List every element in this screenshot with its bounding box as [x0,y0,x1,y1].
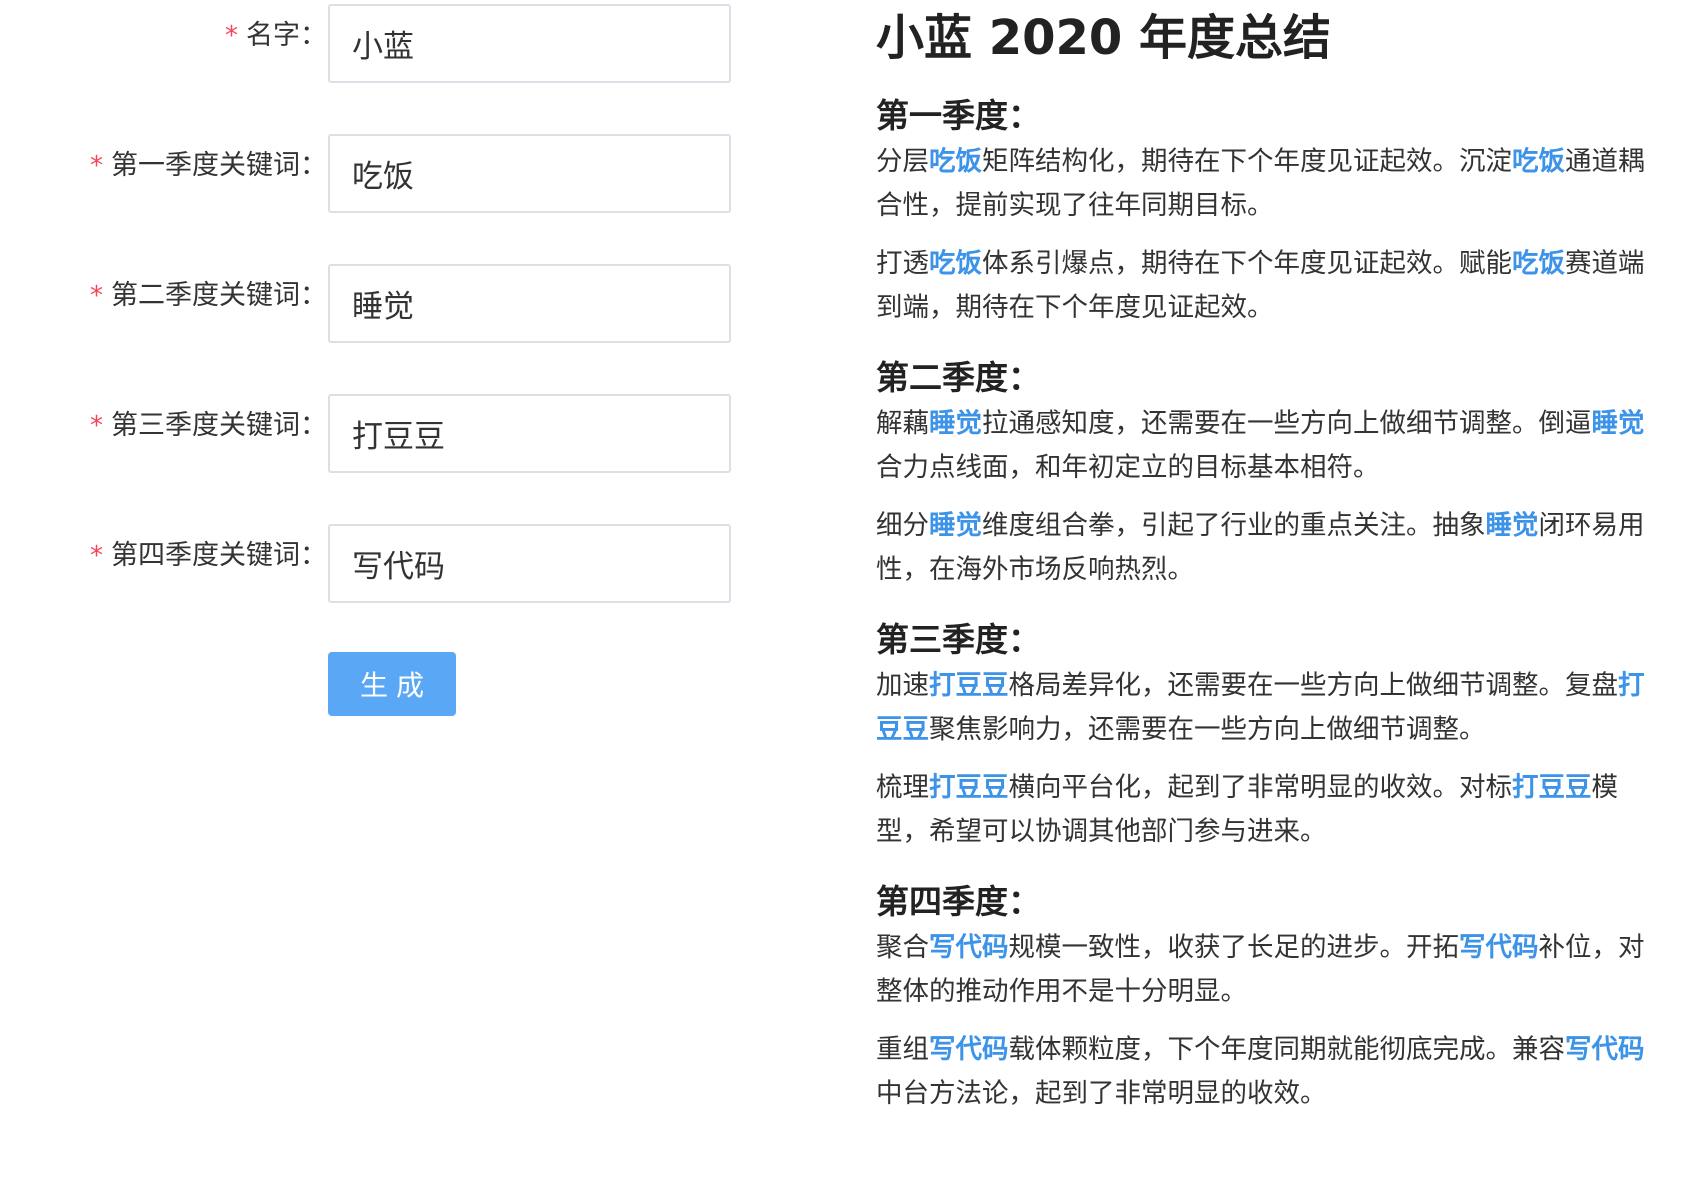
annual-summary: 小蓝 2020 年度总结 第一季度： 分层吃饭矩阵结构化，期待在下个年度见证起效… [876,0,1676,1130]
q2-keyword-input[interactable] [328,264,731,343]
keyword-highlight: 写代码 [1565,1034,1645,1065]
quarter-heading: 第二季度： [876,358,1041,397]
keyword-form: *名字： *第一季度关键词： *第二季度关键词： *第三季度关键词： *第四季度… [0,0,760,1184]
keyword-highlight: 吃饭 [1512,248,1565,279]
quarter-section-q4: 第四季度： 聚合写代码规模一致性，收获了长足的进步。开拓写代码补位，对整体的推动… [876,882,1676,1116]
form-row-q2: * 第二季度关键词： [0,260,760,343]
keyword-highlight: 睡觉 [929,510,982,541]
field-label-q1: * 第一季度关键词： [90,150,327,181]
quarter-section-q2: 第二季度： 解藕睡觉拉通感知度，还需要在一些方向上做细节调整。倒逼睡觉合力点线面… [876,358,1676,592]
keyword-highlight: 写代码 [929,1034,1009,1065]
required-mark: * [90,281,103,311]
summary-paragraph: 细分睡觉维度组合拳，引起了行业的重点关注。抽象睡觉闭环易用性，在海外市场反响热烈… [876,510,1645,585]
generate-button[interactable]: 生成 [328,652,456,716]
form-row-name: * 名字： [0,0,760,83]
keyword-highlight: 吃饭 [929,146,982,177]
summary-paragraph: 重组写代码载体颗粒度，下个年度同期就能彻底完成。兼容写代码中台方法论，起到了非常… [876,1034,1645,1109]
name-input[interactable] [328,4,731,83]
form-row-q1: * 第一季度关键词： [0,130,760,213]
form-row-q3: * 第三季度关键词： [0,390,760,473]
keyword-highlight: 写代码 [929,932,1009,963]
required-mark: * [90,151,103,181]
quarter-section-q1: 第一季度： 分层吃饭矩阵结构化，期待在下个年度见证起效。沉淀吃饭通道耦合性，提前… [876,96,1676,330]
quarter-heading: 第一季度： [876,96,1041,135]
keyword-highlight: 打豆豆 [929,670,1009,701]
summary-paragraph: 聚合写代码规模一致性，收获了长足的进步。开拓写代码补位，对整体的推动作用不是十分… [876,932,1645,1007]
summary-paragraph: 分层吃饭矩阵结构化，期待在下个年度见证起效。沉淀吃饭通道耦合性，提前实现了往年同… [876,146,1645,221]
required-mark: * [90,541,103,571]
keyword-highlight: 写代码 [1459,932,1539,963]
keyword-highlight: 吃饭 [929,248,982,279]
summary-paragraph: 梳理打豆豆横向平台化，起到了非常明显的收效。对标打豆豆模型，希望可以协调其他部门… [876,772,1618,847]
keyword-highlight: 吃饭 [1512,146,1565,177]
field-label-q4: * 第四季度关键词： [90,540,327,571]
keyword-highlight: 睡觉 [1485,510,1539,541]
field-label-q2: * 第二季度关键词： [90,280,327,311]
summary-paragraph: 加速打豆豆格局差异化，还需要在一些方向上做细节调整。复盘打豆豆聚焦影响力，还需要… [876,670,1645,745]
keyword-highlight: 睡觉 [929,408,982,439]
field-label-q3: * 第三季度关键词： [90,410,327,441]
field-label-name: * 名字： [225,20,327,51]
q3-keyword-input[interactable] [328,394,731,473]
summary-paragraph: 解藕睡觉拉通感知度，还需要在一些方向上做细节调整。倒逼睡觉合力点线面，和年初定立… [876,408,1645,483]
keyword-highlight: 打豆豆 [1512,772,1592,803]
q1-keyword-input[interactable] [328,134,731,213]
summary-title: 小蓝 2020 年度总结 [876,10,1332,66]
summary-paragraph: 打透吃饭体系引爆点，期待在下个年度见证起效。赋能吃饭赛道端到端，期待在下个年度见… [876,248,1645,323]
quarter-heading: 第四季度： [876,882,1041,921]
form-row-q4: * 第四季度关键词： [0,520,760,603]
quarter-heading: 第三季度： [876,620,1041,659]
required-mark: * [225,21,238,51]
q4-keyword-input[interactable] [328,524,731,603]
required-mark: * [90,411,103,441]
keyword-highlight: 打豆豆 [929,772,1009,803]
quarter-section-q3: 第三季度： 加速打豆豆格局差异化，还需要在一些方向上做细节调整。复盘打豆豆聚焦影… [876,620,1676,854]
keyword-highlight: 睡觉 [1591,408,1645,439]
